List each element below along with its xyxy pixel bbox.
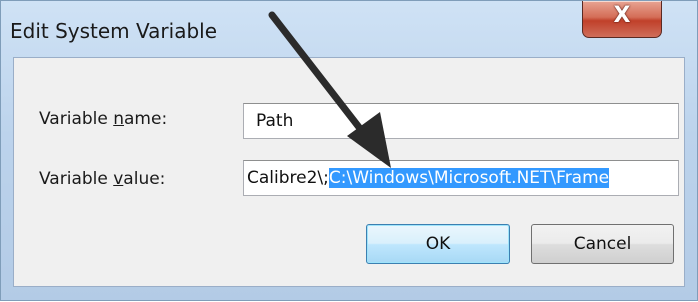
dialog-client-area: Variable name: Path Variable value: Cali…	[13, 57, 685, 287]
variable-value-selection: C:\Windows\Microsoft.NET\Frame	[328, 168, 610, 188]
edit-system-variable-dialog: Edit System Variable X Variable name: Pa…	[0, 0, 698, 301]
dialog-title: Edit System Variable	[10, 19, 218, 43]
variable-name-value: Path	[256, 111, 294, 131]
ok-button[interactable]: OK	[366, 224, 510, 264]
variable-value-label: Variable value:	[39, 169, 166, 189]
title-bar[interactable]: Edit System Variable X	[1, 1, 698, 57]
cancel-button[interactable]: Cancel	[531, 224, 674, 264]
variable-value-text: Calibre2\;C:\Windows\Microsoft.NET\Frame	[247, 168, 610, 188]
variable-name-label: Variable name:	[39, 109, 168, 129]
variable-value-unselected: Calibre2\;	[247, 168, 329, 188]
close-button[interactable]: X	[582, 1, 662, 38]
variable-name-input[interactable]: Path	[243, 103, 679, 139]
close-icon: X	[613, 3, 631, 28]
variable-value-input[interactable]: Calibre2\;C:\Windows\Microsoft.NET\Frame	[243, 160, 679, 196]
